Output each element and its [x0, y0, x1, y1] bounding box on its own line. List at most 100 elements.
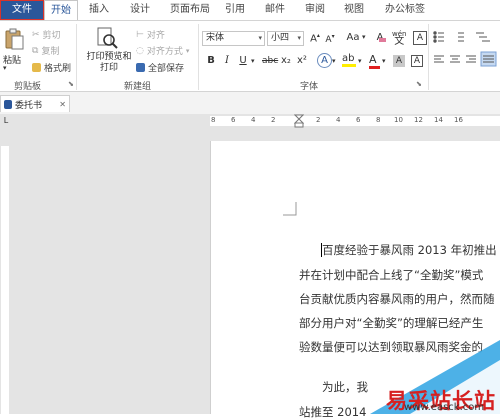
text-effects-icon: A: [321, 55, 328, 66]
tab-design[interactable]: 设计: [130, 0, 150, 20]
paragraph-controls: [433, 31, 497, 67]
character-border-button[interactable]: A: [411, 55, 423, 67]
chevron-down-icon[interactable]: ▾: [382, 57, 386, 65]
ruler-number: 2: [316, 116, 321, 124]
new-group-label: 新建组: [124, 82, 152, 92]
font-group-label: 字体: [300, 82, 319, 92]
numbering-icon[interactable]: [458, 32, 464, 42]
cut-button[interactable]: ✂ 剪切: [32, 28, 61, 42]
tab-references[interactable]: 引用: [225, 0, 245, 20]
chevron-down-icon[interactable]: ▾: [332, 57, 336, 65]
highlighter-icon: ab: [342, 53, 355, 64]
ruler-number: 12: [414, 116, 423, 124]
chevron-down-icon: ▾: [185, 46, 190, 55]
caret-down-icon: ▾: [331, 33, 335, 40]
chevron-down-icon: ▾: [297, 34, 301, 42]
scissors-icon: ✂: [32, 29, 40, 40]
bold-button[interactable]: B: [204, 55, 218, 66]
font-name-select[interactable]: 宋体 ▾: [202, 31, 265, 46]
chevron-down-icon[interactable]: ▾: [251, 57, 255, 65]
tab-office-tab[interactable]: 办公标签: [385, 0, 425, 20]
word-document-icon: [4, 99, 12, 109]
document-tab[interactable]: 委托书 ✕: [0, 95, 70, 112]
copy-button[interactable]: ⧉ 复制: [32, 44, 59, 58]
ruler-number: 6: [356, 116, 361, 124]
tab-selector-icon[interactable]: L: [0, 114, 12, 128]
ruler-number: 2: [271, 116, 276, 124]
bullets-icon[interactable]: [433, 31, 444, 43]
font-launcher-icon[interactable]: ⬊: [416, 80, 422, 88]
grow-font-button[interactable]: A▴: [308, 32, 322, 44]
align-center-icon[interactable]: [450, 55, 460, 63]
character-border-icon: A: [413, 56, 421, 66]
paste-dropdown-icon[interactable]: ▾: [3, 64, 7, 72]
document-line[interactable]: 并在计划中配合上线了“全勤奖”模式: [299, 267, 483, 283]
tab-review[interactable]: 审阅: [305, 0, 325, 20]
clipboard-launcher-icon[interactable]: ⬊: [68, 80, 74, 88]
tab-home[interactable]: 开始: [44, 0, 78, 20]
caret-up-icon: ▴: [316, 32, 320, 39]
document-line[interactable]: 部分用户对“全勤奖”的理解已经产生: [299, 315, 483, 331]
print-preview-icon: [97, 27, 118, 49]
character-shading-icon: A: [395, 56, 403, 66]
vertical-ruler[interactable]: [0, 128, 10, 414]
indent-marker-icon[interactable]: [294, 114, 304, 128]
character-shading-button[interactable]: A: [393, 55, 405, 67]
font-color-button[interactable]: A: [369, 53, 380, 69]
document-line[interactable]: 百度经验于暴风雨 2013 年初推出: [322, 242, 497, 258]
align-right-icon[interactable]: [466, 55, 476, 63]
separator: [198, 24, 199, 90]
font-color-bar: [369, 66, 380, 69]
align-format-button[interactable]: ◌ 对齐方式 ▾: [136, 44, 190, 58]
phonetic-guide-button[interactable]: wén 文: [392, 30, 406, 47]
align-icon: ⊢: [136, 29, 144, 40]
phonetic-char-icon: 文: [394, 36, 405, 47]
save-all-button[interactable]: 全部保存: [136, 61, 184, 74]
superscript-button[interactable]: x²: [297, 55, 307, 66]
tab-page-layout[interactable]: 页面布局: [170, 0, 210, 20]
highlight-color-bar: [342, 64, 356, 67]
brush-icon: [32, 63, 41, 72]
tab-insert[interactable]: 插入: [89, 0, 109, 20]
font-size-select[interactable]: 小四 ▾: [267, 31, 304, 46]
print-preview-button[interactable]: [96, 27, 118, 52]
separator: [428, 24, 429, 90]
margin-corner-mark: [283, 202, 297, 216]
align-left-icon[interactable]: [434, 55, 444, 63]
document-line[interactable]: 台贡献优质内容暴风雨的用户，然而随: [299, 291, 495, 307]
tab-view[interactable]: 视图: [344, 0, 364, 20]
align-button[interactable]: ⊢ 对齐: [136, 28, 165, 42]
tab-file[interactable]: 文件: [0, 0, 44, 20]
close-icon[interactable]: ✕: [59, 100, 66, 109]
clear-formatting-button[interactable]: A: [373, 32, 387, 43]
print-preview-label: 打印预览和打印: [86, 52, 132, 73]
enclose-character-button[interactable]: A: [413, 31, 427, 45]
paste-button[interactable]: [4, 27, 24, 54]
strikethrough-button[interactable]: abc: [262, 56, 278, 66]
eraser-icon: [379, 38, 386, 42]
align-format-icon: ◌: [136, 45, 144, 56]
clipboard-group-label: 剪贴板: [14, 82, 42, 92]
ruler-number: 8: [211, 116, 216, 124]
justify-icon[interactable]: [480, 51, 497, 67]
horizontal-ruler[interactable]: 8 6 4 2 2 4 6 8 10 12 14 16: [13, 114, 500, 128]
save-icon: [136, 63, 145, 72]
tab-mailings[interactable]: 邮件: [265, 0, 285, 20]
multilevel-list-icon[interactable]: [476, 32, 490, 42]
format-painter-button[interactable]: 格式刷: [32, 61, 71, 74]
chevron-down-icon: ▾: [258, 34, 262, 42]
ruler-number: 4: [336, 116, 341, 124]
subscript-button[interactable]: x₂: [281, 55, 291, 66]
ruler-number: 10: [394, 116, 403, 124]
ruler-number: 14: [434, 116, 443, 124]
change-case-button[interactable]: Aa: [343, 32, 363, 43]
shrink-font-button[interactable]: A▾: [323, 33, 337, 45]
chevron-down-icon[interactable]: ▾: [358, 57, 362, 65]
font-color-icon: A: [369, 53, 377, 66]
underline-button[interactable]: U: [236, 55, 250, 66]
ruler-number: 6: [231, 116, 236, 124]
highlight-button[interactable]: ab: [342, 53, 356, 67]
chevron-down-icon[interactable]: ▾: [362, 33, 366, 41]
italic-button[interactable]: I: [220, 55, 234, 66]
text-effects-button[interactable]: A: [317, 53, 332, 68]
